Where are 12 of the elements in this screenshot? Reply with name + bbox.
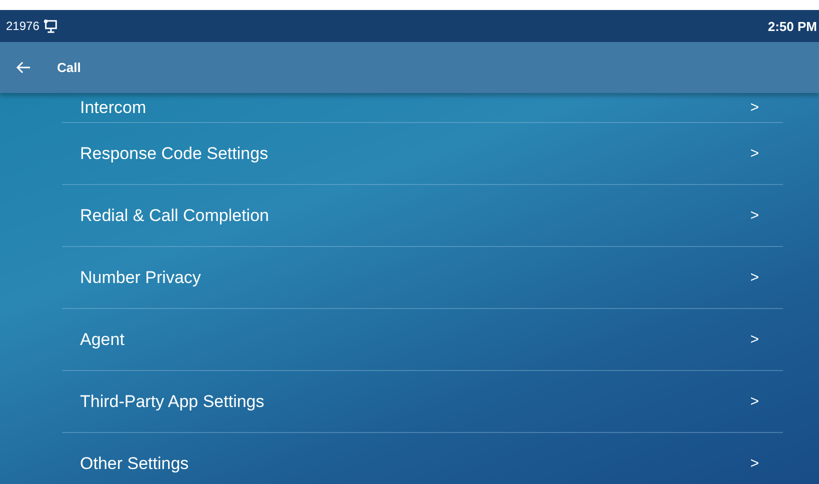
settings-item[interactable]: Agent > — [62, 309, 783, 371]
settings-item[interactable]: Number Privacy > — [62, 247, 783, 309]
settings-item[interactable]: Intercom > — [62, 93, 783, 123]
clock-time: 2:50 PM — [768, 18, 818, 34]
back-arrow-icon[interactable] — [16, 61, 31, 74]
settings-item[interactable]: Response Code Settings > — [62, 123, 783, 185]
page-title: Call — [57, 60, 81, 75]
monitor-icon — [43, 18, 58, 34]
settings-item[interactable]: Redial & Call Completion > — [62, 185, 783, 247]
extension-number: 21976 — [6, 19, 40, 33]
settings-item[interactable]: Third-Party App Settings > — [62, 371, 783, 433]
settings-item[interactable]: Other Settings > — [62, 433, 783, 484]
